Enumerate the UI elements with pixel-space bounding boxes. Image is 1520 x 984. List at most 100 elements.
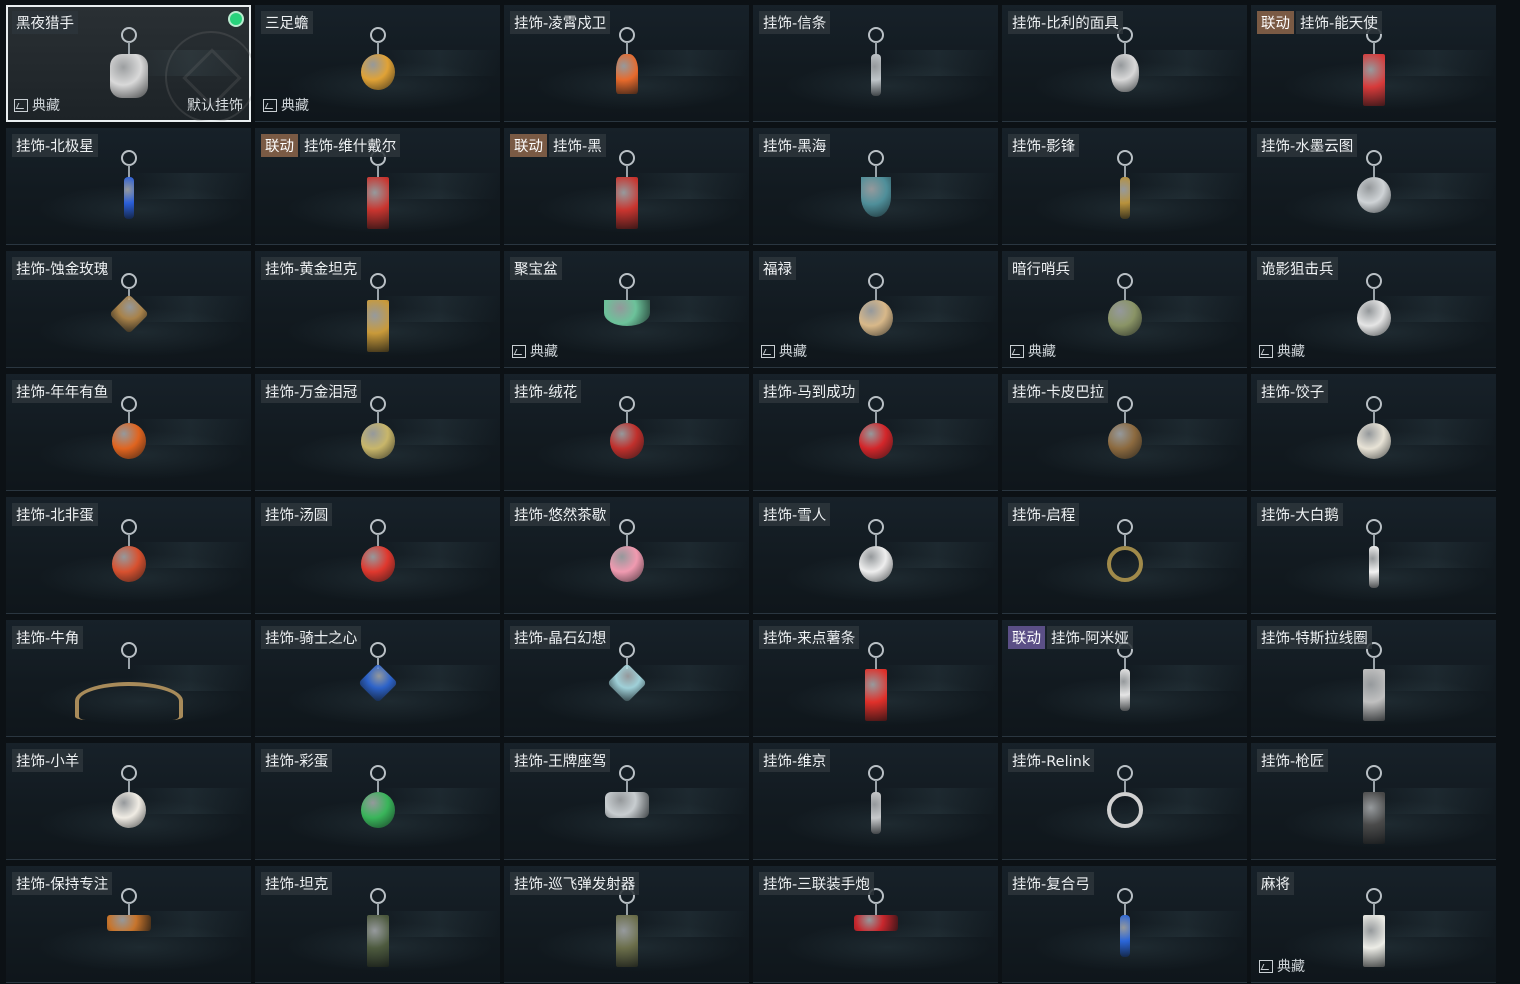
tag-charm-icon — [615, 915, 638, 967]
charm-card[interactable]: 暗行哨兵 典藏 — [1002, 251, 1247, 368]
charm-card[interactable]: 挂饰-枪匠 — [1251, 743, 1496, 860]
charm-card[interactable]: 挂饰-信条 — [753, 5, 998, 122]
charm-icon — [846, 519, 906, 609]
charm-card[interactable]: 挂饰-绒花 — [504, 374, 749, 491]
charm-card[interactable]: 挂饰-年年有鱼 — [6, 374, 251, 491]
charm-card[interactable]: 挂饰-蚀金玫瑰 — [6, 251, 251, 368]
charm-card[interactable]: 挂饰-卡皮巴拉 — [1002, 374, 1247, 491]
charm-name: 挂饰-黄金坦克 — [261, 257, 362, 280]
keyring-icon — [867, 765, 884, 781]
chain-icon — [1372, 903, 1375, 915]
charm-icon — [1344, 27, 1404, 117]
bar-charm-icon — [853, 915, 898, 931]
charm-icon — [1344, 642, 1404, 732]
charm-card[interactable]: 挂饰-王牌座驾 — [504, 743, 749, 860]
charm-name: 挂饰-雪人 — [759, 503, 831, 526]
charm-card[interactable]: 挂饰-北极星 — [6, 128, 251, 245]
charm-name: 挂饰-水墨云图 — [1257, 134, 1358, 157]
charm-card[interactable]: 挂饰-骑士之心 — [255, 620, 500, 737]
charm-card[interactable]: 聚宝盆 典藏 — [504, 251, 749, 368]
charm-card[interactable]: 挂饰-巡飞弹发射器 — [504, 866, 749, 983]
charm-card[interactable]: 挂饰-晶石幻想 — [504, 620, 749, 737]
chain-icon — [874, 903, 877, 915]
charm-card[interactable]: 挂饰-复合弓 — [1002, 866, 1247, 983]
charm-card[interactable]: 挂饰-马到成功 — [753, 374, 998, 491]
chain-icon — [127, 42, 130, 54]
card-label: 联动 挂饰-能天使 — [1257, 11, 1382, 34]
charm-card[interactable]: 三足蟾 典藏 — [255, 5, 500, 122]
charm-card[interactable]: 联动 挂饰-能天使 — [1251, 5, 1496, 122]
charm-card[interactable]: 挂饰-三联装手炮 — [753, 866, 998, 983]
chain-icon — [874, 42, 877, 54]
charm-name: 挂饰-信条 — [759, 11, 831, 34]
charm-icon — [1344, 150, 1404, 240]
charm-card[interactable]: 诡影狙击兵 典藏 — [1251, 251, 1496, 368]
charm-card[interactable]: 挂饰-维京 — [753, 743, 998, 860]
charm-card[interactable]: 挂饰-水墨云图 — [1251, 128, 1496, 245]
charm-icon — [846, 273, 906, 363]
charm-card[interactable]: 挂饰-北非蛋 — [6, 497, 251, 614]
card-label: 联动 挂饰-阿米娅 — [1008, 626, 1133, 649]
slim-charm-icon — [1119, 669, 1130, 711]
default-charm-label: 默认挂饰 — [187, 98, 243, 114]
card-label: 挂饰-复合弓 — [1008, 872, 1094, 895]
chain-icon — [874, 165, 877, 177]
round-charm-icon — [360, 792, 395, 828]
keyring-icon — [1116, 765, 1133, 781]
charm-icon — [597, 396, 657, 486]
charm-name: 挂饰-Relink — [1008, 749, 1095, 772]
card-label: 挂饰-卡皮巴拉 — [1008, 380, 1109, 403]
charm-card[interactable]: 挂饰-牛角 — [6, 620, 251, 737]
charm-card[interactable]: 挂饰-黄金坦克 — [255, 251, 500, 368]
charm-card[interactable]: 挂饰-小羊 — [6, 743, 251, 860]
charm-icon — [597, 519, 657, 609]
keyring-icon — [369, 396, 386, 412]
charm-icon — [597, 642, 657, 732]
chain-icon — [127, 534, 130, 546]
charm-card[interactable]: 挂饰-悠然茶歇 — [504, 497, 749, 614]
charm-card[interactable]: 挂饰-特斯拉线圈 — [1251, 620, 1496, 737]
charm-icon — [99, 396, 159, 486]
card-label: 挂饰-汤圆 — [261, 503, 333, 526]
ringbig-charm-icon — [1106, 546, 1143, 582]
collab-badge: 联动 — [261, 134, 298, 157]
charm-card[interactable]: 挂饰-影锋 — [1002, 128, 1247, 245]
charm-card[interactable]: 挂饰-彩蛋 — [255, 743, 500, 860]
charm-name: 挂饰-马到成功 — [759, 380, 860, 403]
charm-name: 挂饰-黑 — [549, 134, 606, 157]
charm-card[interactable]: 挂饰-饺子 — [1251, 374, 1496, 491]
card-label: 诡影狙击兵 — [1257, 257, 1338, 280]
charm-card[interactable]: 联动 挂饰-黑 — [504, 128, 749, 245]
collection-label: 典藏 — [32, 98, 60, 114]
charm-card[interactable]: 福禄 典藏 — [753, 251, 998, 368]
charm-card[interactable]: 挂饰-坦克 — [255, 866, 500, 983]
charm-card[interactable]: 挂饰-保持专注 — [6, 866, 251, 983]
charm-card[interactable]: 挂饰-万金泪冠 — [255, 374, 500, 491]
round-charm-icon — [1107, 423, 1142, 459]
charm-card[interactable]: 挂饰-启程 — [1002, 497, 1247, 614]
charm-card[interactable]: 黑夜猎手 典藏 默认挂饰 — [6, 5, 251, 122]
horns-charm-icon — [74, 682, 183, 720]
card-label: 挂饰-黑海 — [759, 134, 831, 157]
charm-card[interactable]: 挂饰-黑海 — [753, 128, 998, 245]
charm-card[interactable]: 挂饰-来点薯条 — [753, 620, 998, 737]
tag-charm-icon — [366, 177, 389, 229]
charm-card[interactable]: 挂饰-比利的面具 — [1002, 5, 1247, 122]
slim-charm-icon — [870, 792, 881, 834]
charm-card[interactable]: 挂饰-大白鹅 — [1251, 497, 1496, 614]
keyring-icon — [618, 765, 635, 781]
keyring-icon — [1116, 888, 1133, 904]
keyring-icon — [120, 765, 137, 781]
charm-card[interactable]: 麻将 典藏 — [1251, 866, 1496, 983]
charm-icon — [348, 27, 408, 117]
charm-card[interactable]: 联动 挂饰-维什戴尔 — [255, 128, 500, 245]
charm-icon — [99, 765, 159, 855]
card-label: 挂饰-三联装手炮 — [759, 872, 874, 895]
collection-icon — [263, 98, 277, 112]
charm-card[interactable]: 联动 挂饰-阿米娅 — [1002, 620, 1247, 737]
charm-card[interactable]: 挂饰-Relink — [1002, 743, 1247, 860]
chain-icon — [376, 534, 379, 546]
charm-card[interactable]: 挂饰-雪人 — [753, 497, 998, 614]
charm-card[interactable]: 挂饰-凌霄戍卫 — [504, 5, 749, 122]
charm-card[interactable]: 挂饰-汤圆 — [255, 497, 500, 614]
